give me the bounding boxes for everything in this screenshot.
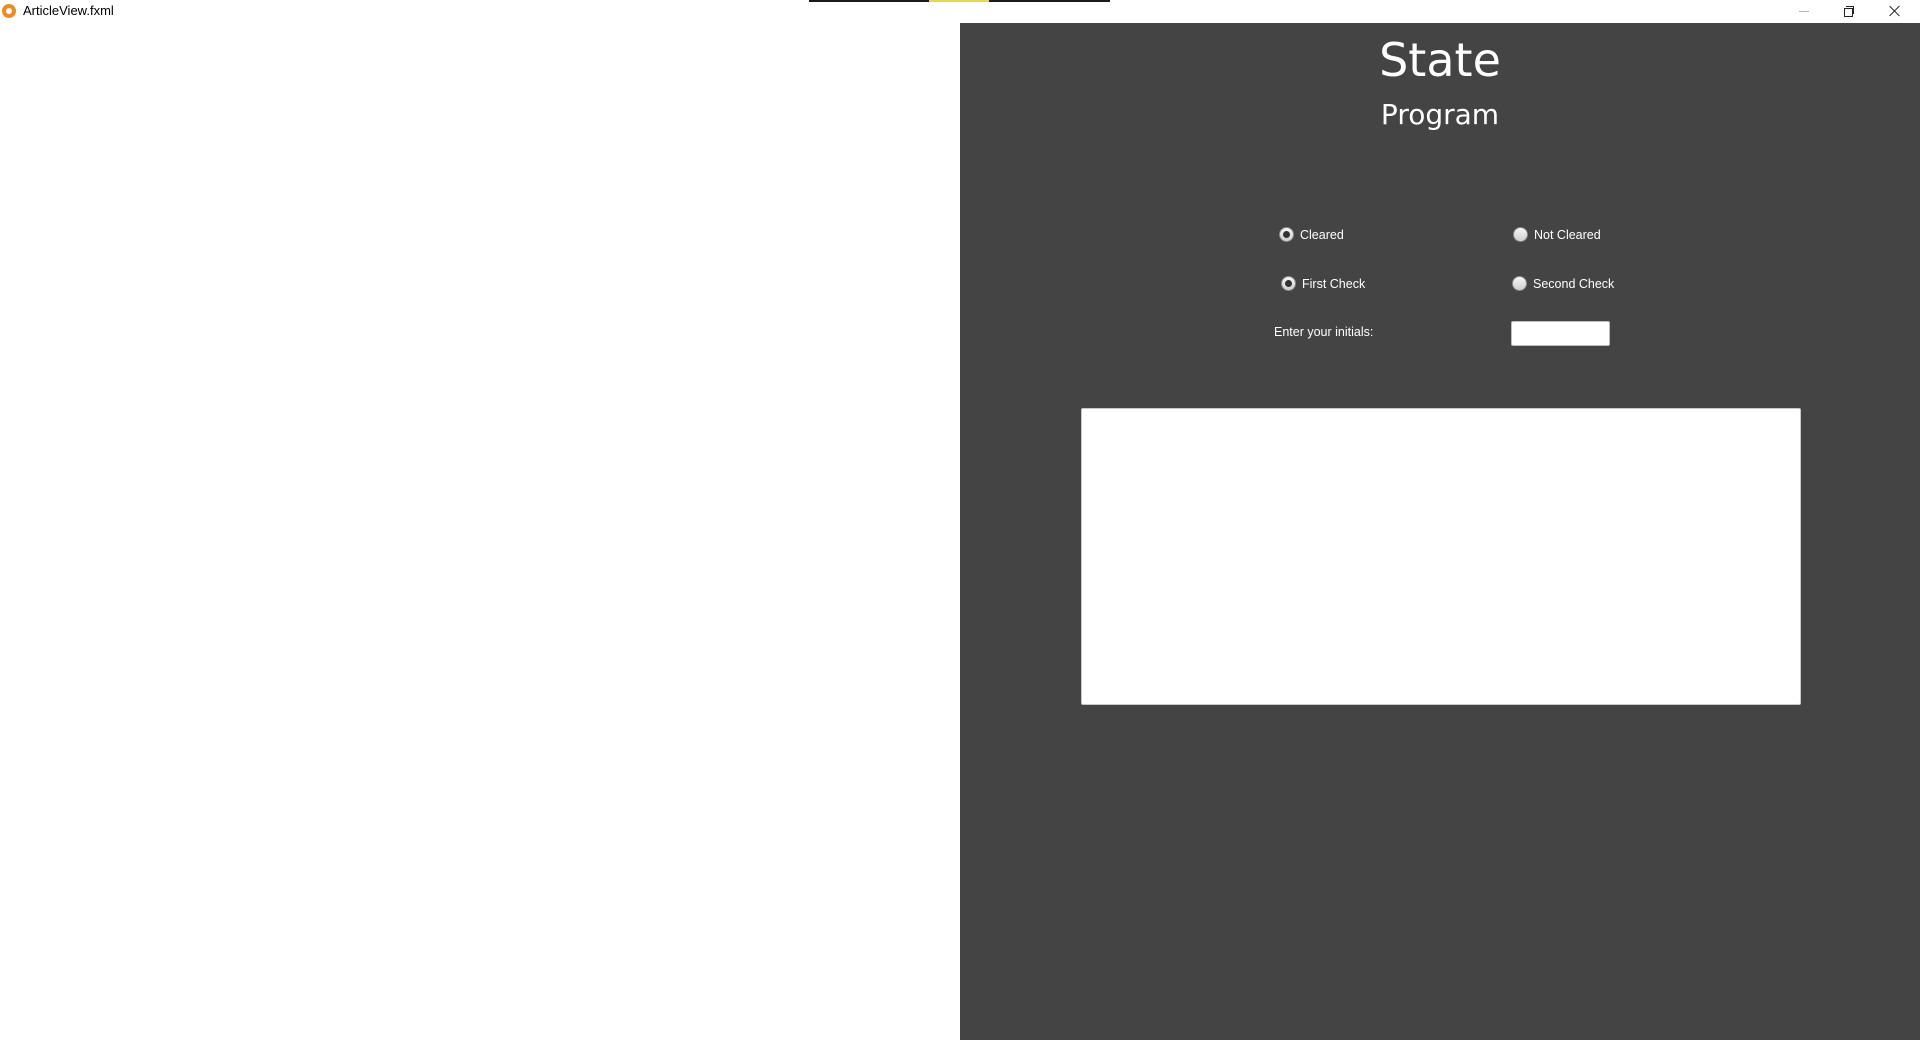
radio-button-first-check[interactable] (1281, 276, 1296, 291)
restore-icon (1844, 6, 1854, 17)
radio-label-second-check: Second Check (1533, 276, 1615, 291)
radio-option-not-cleared[interactable]: Not Cleared (1513, 227, 1601, 242)
right-form-pane: State Program Cleared Not Cleared First … (960, 23, 1920, 1040)
restore-button[interactable] (1826, 0, 1872, 22)
page-subtitle: Program (1380, 98, 1500, 131)
radio-option-cleared[interactable]: Cleared (1279, 227, 1344, 242)
window-title: ArticleView.fxml (23, 3, 114, 18)
app-logo-icon (2, 4, 16, 18)
radio-option-second-check[interactable]: Second Check (1512, 276, 1614, 291)
radio-button-second-check[interactable] (1512, 276, 1527, 291)
radio-button-not-cleared[interactable] (1513, 227, 1528, 242)
page-title: State (1379, 33, 1501, 87)
close-icon (1889, 5, 1901, 17)
initials-label: Enter your initials: (1274, 325, 1374, 339)
minimize-button[interactable] (1781, 0, 1827, 22)
radio-option-first-check[interactable]: First Check (1281, 276, 1365, 291)
radio-label-not-cleared: Not Cleared (1534, 227, 1601, 242)
close-button[interactable] (1872, 0, 1918, 22)
left-content-pane (0, 23, 960, 1040)
top-edge-accent (929, 0, 989, 2)
radio-label-cleared: Cleared (1300, 227, 1344, 242)
initials-input[interactable] (1511, 321, 1610, 346)
radio-label-first-check: First Check (1302, 276, 1366, 291)
window-titlebar: ArticleView.fxml (0, 0, 1920, 23)
radio-button-cleared[interactable] (1279, 227, 1294, 242)
notes-text-area[interactable] (1081, 408, 1801, 705)
minimize-icon (1799, 10, 1809, 12)
